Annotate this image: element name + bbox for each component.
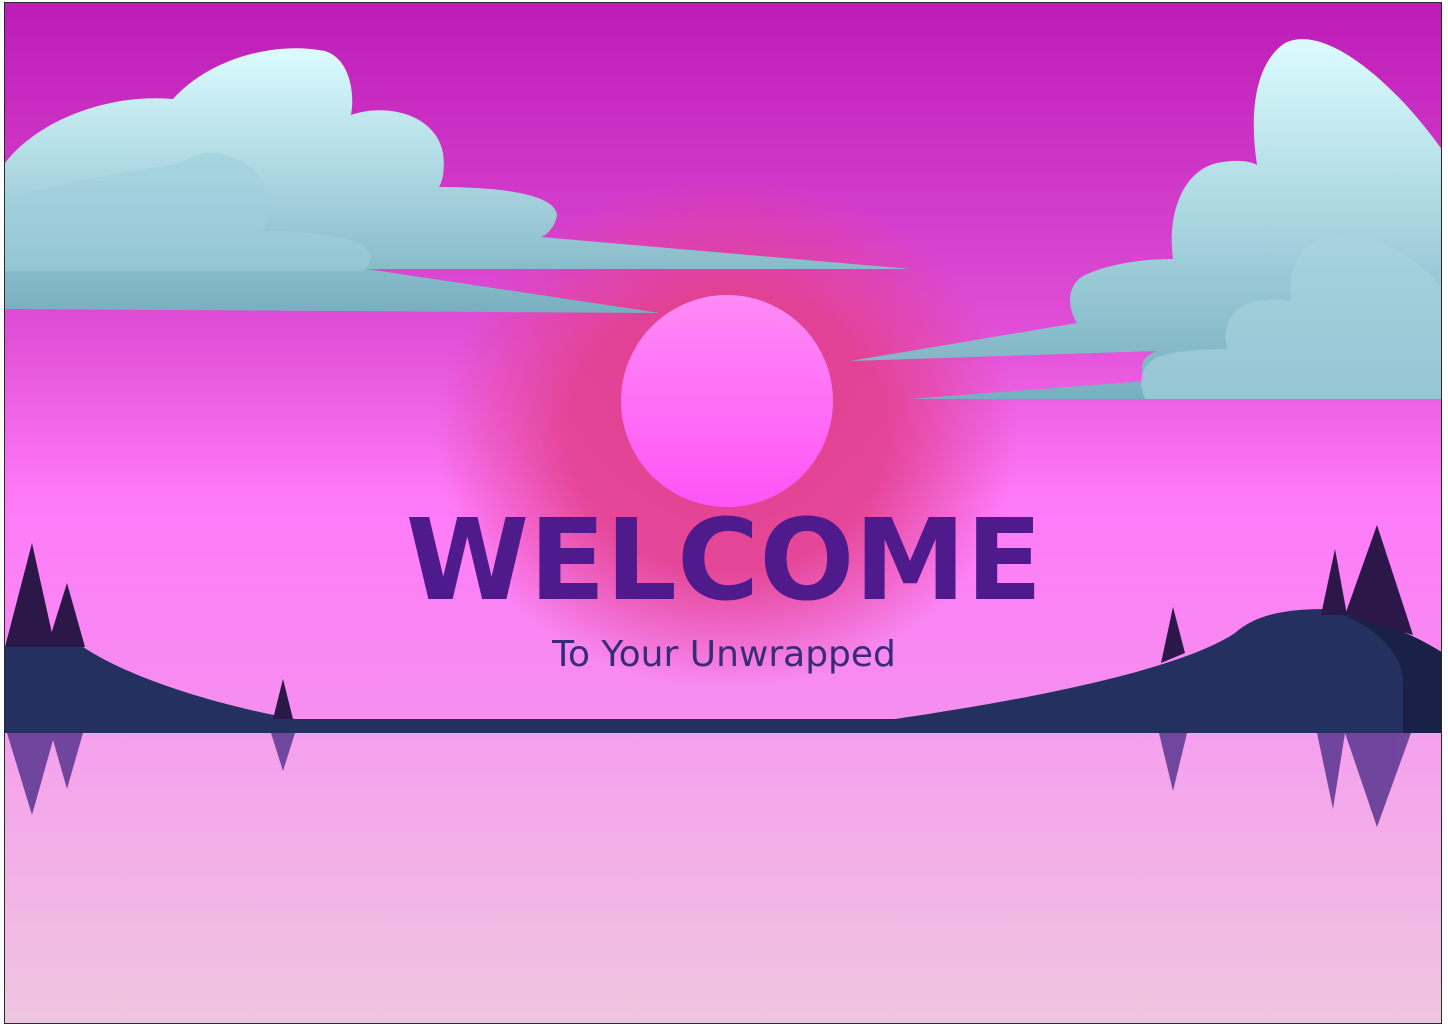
- welcome-title: WELCOME: [405, 496, 1043, 626]
- water-surface: [5, 729, 1441, 1023]
- sun: [621, 295, 833, 507]
- welcome-screen: WELCOME To Your Unwrapped: [4, 2, 1442, 1024]
- welcome-subtitle: To Your Unwrapped: [552, 634, 896, 675]
